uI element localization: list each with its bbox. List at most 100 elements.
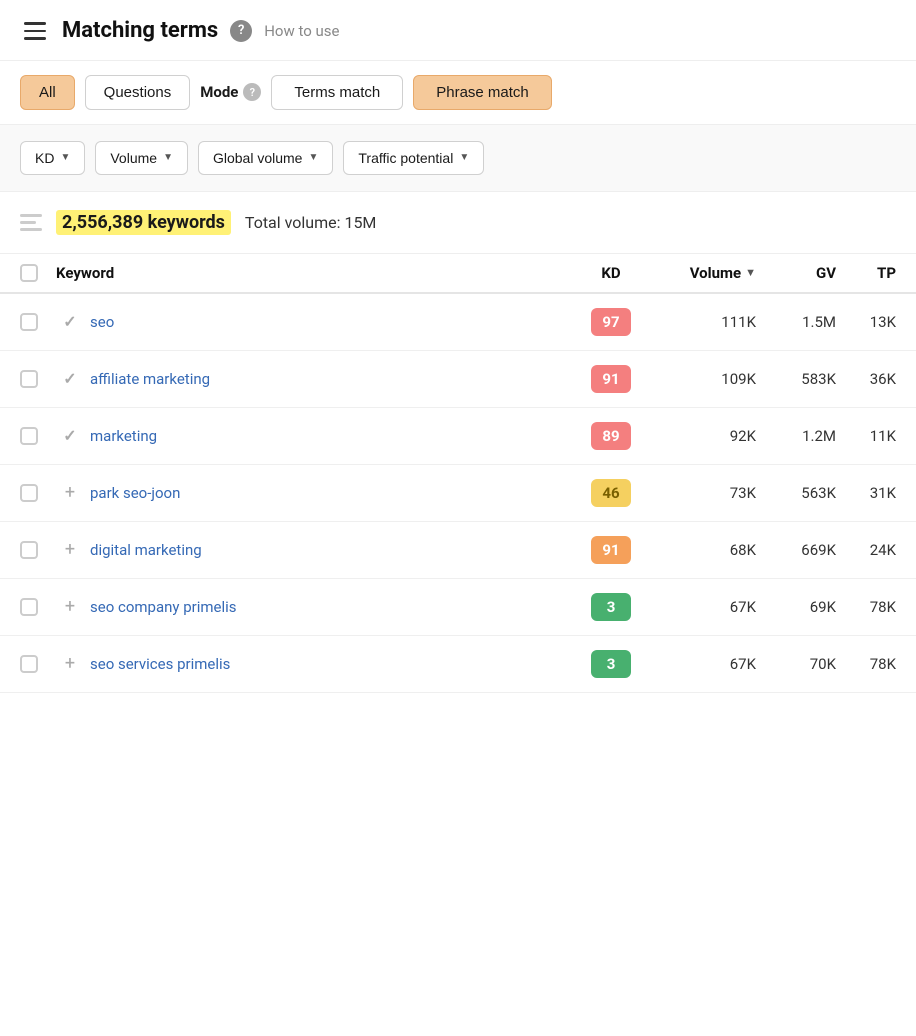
terms-match-button[interactable]: Terms match	[271, 75, 403, 110]
row-checkbox-5	[20, 598, 56, 616]
how-to-use-link[interactable]: How to use	[264, 22, 339, 40]
tp-column-header: TP	[836, 264, 896, 282]
row-action-5[interactable]: +	[56, 596, 84, 617]
table-row: + seo company primelis 3 67K 69K 78K	[0, 579, 916, 636]
row-checkbox-0	[20, 313, 56, 331]
tp-cell-6: 78K	[836, 655, 896, 673]
kd-badge-3: 46	[576, 479, 646, 507]
questions-button[interactable]: Questions	[85, 75, 191, 110]
volume-cell-4: 68K	[646, 541, 756, 559]
row-checkbox-2	[20, 427, 56, 445]
kd-pill-3: 46	[591, 479, 631, 507]
traffic-potential-filter[interactable]: Traffic potential ▼	[343, 141, 484, 175]
row-checkbox-3	[20, 484, 56, 502]
tp-cell-0: 13K	[836, 313, 896, 331]
header-checkbox-col	[20, 264, 56, 282]
kd-pill-1: 91	[591, 365, 631, 393]
mode-help-icon[interactable]: ?	[243, 83, 261, 101]
kd-badge-5: 3	[576, 593, 646, 621]
table-row: + seo services primelis 3 67K 70K 78K	[0, 636, 916, 693]
volume-cell-3: 73K	[646, 484, 756, 502]
tp-cell-4: 24K	[836, 541, 896, 559]
volume-cell-5: 67K	[646, 598, 756, 616]
all-button[interactable]: All	[20, 75, 75, 110]
gv-cell-3: 563K	[756, 484, 836, 502]
tp-cell-5: 78K	[836, 598, 896, 616]
keywords-table: Keyword KD Volume ▼ GV TP ✓ seo 97 111K …	[0, 254, 916, 693]
row-checkbox-4	[20, 541, 56, 559]
row-action-0[interactable]: ✓	[56, 312, 84, 331]
action-icon-2: ✓	[63, 426, 76, 445]
header-help-icon[interactable]: ?	[230, 20, 252, 42]
kd-badge-2: 89	[576, 422, 646, 450]
menu-icon[interactable]	[20, 18, 50, 44]
select-all-checkbox[interactable]	[20, 264, 38, 282]
keyword-link-6[interactable]: seo services primelis	[84, 655, 576, 673]
gv-cell-1: 583K	[756, 370, 836, 388]
action-icon-1: ✓	[63, 369, 76, 388]
volume-chevron-icon: ▼	[163, 152, 173, 163]
kd-badge-6: 3	[576, 650, 646, 678]
gv-cell-0: 1.5M	[756, 313, 836, 331]
row-checkbox-input-4[interactable]	[20, 541, 38, 559]
volume-cell-1: 109K	[646, 370, 756, 388]
gv-cell-2: 1.2M	[756, 427, 836, 445]
kd-pill-2: 89	[591, 422, 631, 450]
kd-pill-5: 3	[591, 593, 631, 621]
gv-cell-6: 70K	[756, 655, 836, 673]
gv-cell-5: 69K	[756, 598, 836, 616]
kd-pill-0: 97	[591, 308, 631, 336]
phrase-match-button[interactable]: Phrase match	[413, 75, 552, 110]
keyword-link-3[interactable]: park seo-joon	[84, 484, 576, 502]
volume-column-header[interactable]: Volume ▼	[646, 264, 756, 282]
volume-sort-icon: ▼	[745, 266, 756, 279]
keyword-column-header: Keyword	[56, 264, 576, 282]
kd-pill-6: 3	[591, 650, 631, 678]
keyword-link-5[interactable]: seo company primelis	[84, 598, 576, 616]
row-action-1[interactable]: ✓	[56, 369, 84, 388]
header: Matching terms ? How to use	[0, 0, 916, 61]
global-volume-chevron-icon: ▼	[308, 152, 318, 163]
volume-cell-0: 111K	[646, 313, 756, 331]
row-checkbox-input-2[interactable]	[20, 427, 38, 445]
global-volume-filter[interactable]: Global volume ▼	[198, 141, 333, 175]
kd-column-header: KD	[576, 264, 646, 282]
kd-badge-4: 91	[576, 536, 646, 564]
table-header: Keyword KD Volume ▼ GV TP	[0, 254, 916, 294]
volume-cell-6: 67K	[646, 655, 756, 673]
keyword-link-2[interactable]: marketing	[84, 427, 576, 445]
kd-chevron-icon: ▼	[60, 152, 70, 163]
kd-badge-1: 91	[576, 365, 646, 393]
mode-label: Mode ?	[200, 83, 261, 101]
row-checkbox-1	[20, 370, 56, 388]
kd-filter[interactable]: KD ▼	[20, 141, 85, 175]
keywords-count: 2,556,389 keywords	[56, 210, 231, 235]
action-icon-0: ✓	[63, 312, 76, 331]
toolbar: All Questions Mode ? Terms match Phrase …	[0, 61, 916, 125]
tp-cell-2: 11K	[836, 427, 896, 445]
volume-filter[interactable]: Volume ▼	[95, 141, 188, 175]
row-action-2[interactable]: ✓	[56, 426, 84, 445]
row-checkbox-input-3[interactable]	[20, 484, 38, 502]
table-row: + park seo-joon 46 73K 563K 31K	[0, 465, 916, 522]
traffic-chevron-icon: ▼	[459, 152, 469, 163]
table-row: ✓ seo 97 111K 1.5M 13K	[0, 294, 916, 351]
row-checkbox-input-0[interactable]	[20, 313, 38, 331]
row-action-3[interactable]: +	[56, 482, 84, 503]
row-action-4[interactable]: +	[56, 539, 84, 560]
gv-column-header: GV	[756, 264, 836, 282]
keyword-link-4[interactable]: digital marketing	[84, 541, 576, 559]
total-volume: Total volume: 15M	[245, 213, 376, 232]
gv-cell-4: 669K	[756, 541, 836, 559]
lines-icon	[20, 214, 42, 231]
keyword-link-0[interactable]: seo	[84, 313, 576, 331]
row-checkbox-input-1[interactable]	[20, 370, 38, 388]
keyword-link-1[interactable]: affiliate marketing	[84, 370, 576, 388]
row-action-6[interactable]: +	[56, 653, 84, 674]
row-checkbox-6	[20, 655, 56, 673]
page-title: Matching terms	[62, 18, 218, 43]
row-checkbox-input-5[interactable]	[20, 598, 38, 616]
action-icon-5: +	[65, 596, 75, 617]
row-checkbox-input-6[interactable]	[20, 655, 38, 673]
stats-bar: 2,556,389 keywords Total volume: 15M	[0, 192, 916, 254]
